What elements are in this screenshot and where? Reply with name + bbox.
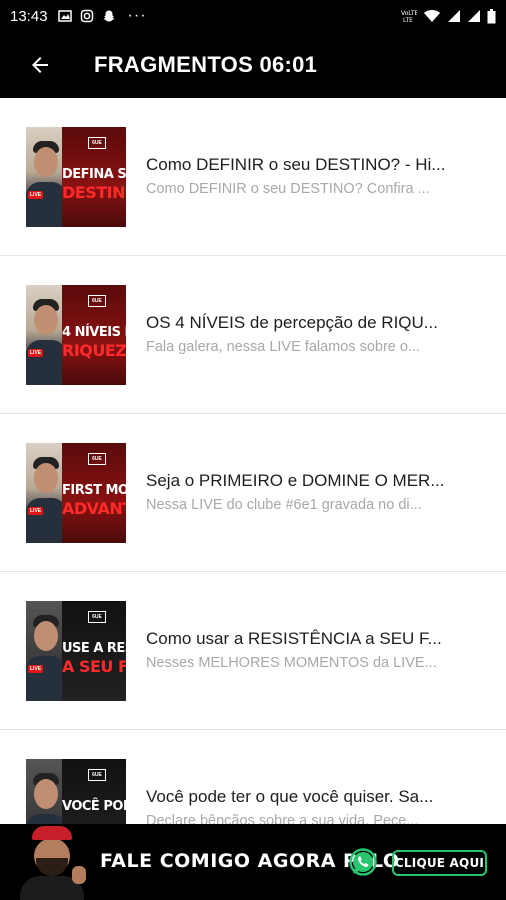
live-badge: LIVE (28, 506, 44, 515)
whatsapp-banner[interactable]: FALE COMIGO AGORA PELO CLIQUE AQUI (0, 824, 506, 900)
status-bar: 13:43 ··· VoLTE LTE (0, 0, 506, 32)
video-description: Fala galera, nessa LIVE falamos sobre o.… (146, 339, 421, 355)
instagram-icon (80, 9, 94, 23)
status-time: 13:43 (10, 7, 48, 25)
video-title: Você pode ter o que você quiser. Sa... (146, 787, 434, 806)
signal-icon (447, 9, 461, 23)
click-here-button[interactable]: CLIQUE AQUI (392, 850, 487, 876)
video-description: Declare bênçãos sobre a sua vida. Pece..… (146, 813, 419, 824)
thumbnail-text: VOCÊ PODE T (62, 798, 126, 814)
video-thumbnail: 6UE 4 NÍVEIS D RIQUEZ LIVE (26, 284, 126, 385)
wifi-icon (423, 9, 441, 23)
channel-logo: 6UE (88, 768, 106, 781)
gallery-icon (57, 9, 72, 23)
volte-icon: VoLTE LTE (401, 9, 417, 23)
channel-logo: 6UE (88, 610, 106, 623)
live-badge: LIVE (28, 190, 44, 199)
list-item[interactable]: 6UE VOCÊ PODE T Você pode ter o que você… (0, 730, 506, 824)
thumbnail-text: ADVANTA (62, 498, 126, 518)
svg-text:VoLTE: VoLTE (401, 10, 417, 17)
video-title: OS 4 NÍVEIS de percepção de RIQU... (146, 313, 438, 332)
app-bar: FRAGMENTOS 06:01 (0, 32, 506, 98)
live-badge: LIVE (28, 348, 44, 357)
video-title: Como DEFINIR o seu DESTINO? - Hi... (146, 155, 446, 174)
banner-person-image (14, 826, 96, 900)
svg-text:LTE: LTE (403, 17, 413, 23)
channel-logo: 6UE (88, 136, 106, 149)
video-thumbnail: 6UE DEFINA SE DESTIN LIVE (26, 126, 126, 227)
status-right-icons: VoLTE LTE (401, 8, 496, 24)
video-thumbnail: 6UE FIRST MOVI ADVANTA LIVE (26, 442, 126, 543)
more-dots-icon: ··· (127, 7, 147, 24)
snapchat-icon (102, 9, 116, 23)
list-item[interactable]: 6UE 4 NÍVEIS D RIQUEZ LIVE OS 4 NÍVEIS d… (0, 256, 506, 414)
video-title: Como usar a RESISTÊNCIA a SEU F... (146, 629, 442, 648)
page-title: FRAGMENTOS 06:01 (94, 52, 318, 77)
video-title: Seja o PRIMEIRO e DOMINE O MER... (146, 471, 445, 490)
arrow-left-icon (32, 57, 48, 73)
video-list[interactable]: 6UE DEFINA SE DESTIN LIVE Como DEFINIR o… (0, 98, 506, 824)
thumbnail-text: RIQUEZ (62, 340, 126, 360)
thumbnail-text: DEFINA SE (62, 166, 126, 182)
whatsapp-icon (349, 848, 377, 876)
video-description: Nesses MELHORES MOMENTOS da LIVE... (146, 655, 437, 671)
channel-logo: 6UE (88, 294, 106, 307)
list-item[interactable]: 6UE USE A RESISTÊN A SEU FAV LIVE Como u… (0, 572, 506, 730)
thumbnail-text: USE A RESISTÊN (62, 640, 126, 656)
thumbnail-text: DESTIN (62, 182, 126, 202)
video-thumbnail: 6UE VOCÊ PODE T (26, 758, 126, 824)
battery-icon (487, 8, 496, 24)
thumbnail-text: FIRST MOVI (62, 482, 126, 498)
channel-logo: 6UE (88, 452, 106, 465)
live-badge: LIVE (28, 664, 44, 673)
thumbnail-text: A SEU FAV (62, 656, 126, 676)
list-item[interactable]: 6UE FIRST MOVI ADVANTA LIVE Seja o PRIME… (0, 414, 506, 572)
back-button[interactable] (0, 32, 80, 98)
thumbnail-text: 4 NÍVEIS D (62, 324, 126, 340)
video-description: Como DEFINIR o seu DESTINO? Confira ... (146, 181, 430, 197)
video-description: Nessa LIVE do clube #6e1 gravada no di..… (146, 497, 422, 513)
signal-icon (467, 9, 481, 23)
list-item[interactable]: 6UE DEFINA SE DESTIN LIVE Como DEFINIR o… (0, 98, 506, 256)
video-thumbnail: 6UE USE A RESISTÊN A SEU FAV LIVE (26, 600, 126, 701)
